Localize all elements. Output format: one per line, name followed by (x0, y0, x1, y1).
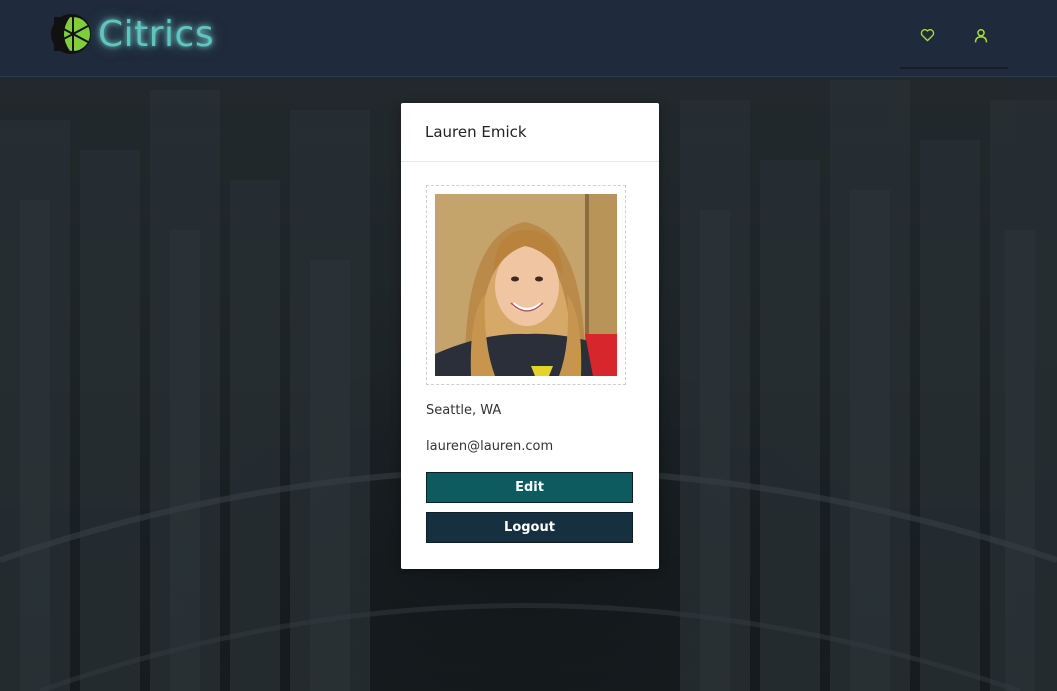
profile-name: Lauren Emick (425, 123, 527, 141)
profile-button[interactable] (972, 26, 990, 44)
logo-text: Citrics (98, 13, 215, 55)
profile-location: Seattle, WA (426, 403, 502, 418)
heart-icon (920, 29, 934, 42)
profile-photo (435, 194, 617, 376)
top-navbar: Citrics (0, 0, 1057, 77)
favorites-button[interactable] (918, 26, 936, 44)
edit-button[interactable]: Edit (426, 472, 633, 503)
profile-card-header: Lauren Emick (401, 103, 659, 162)
nav-active-underline (900, 67, 1008, 69)
user-icon (974, 28, 988, 42)
profile-email: lauren@lauren.com (426, 439, 554, 454)
profile-card: Lauren Emick Seattle, WA lauren@lauren.c… (401, 103, 659, 569)
logout-button[interactable]: Logout (426, 512, 633, 543)
profile-photo-frame (426, 185, 626, 385)
citrus-logo-icon (51, 14, 91, 54)
logo[interactable]: Citrics (50, 9, 214, 59)
